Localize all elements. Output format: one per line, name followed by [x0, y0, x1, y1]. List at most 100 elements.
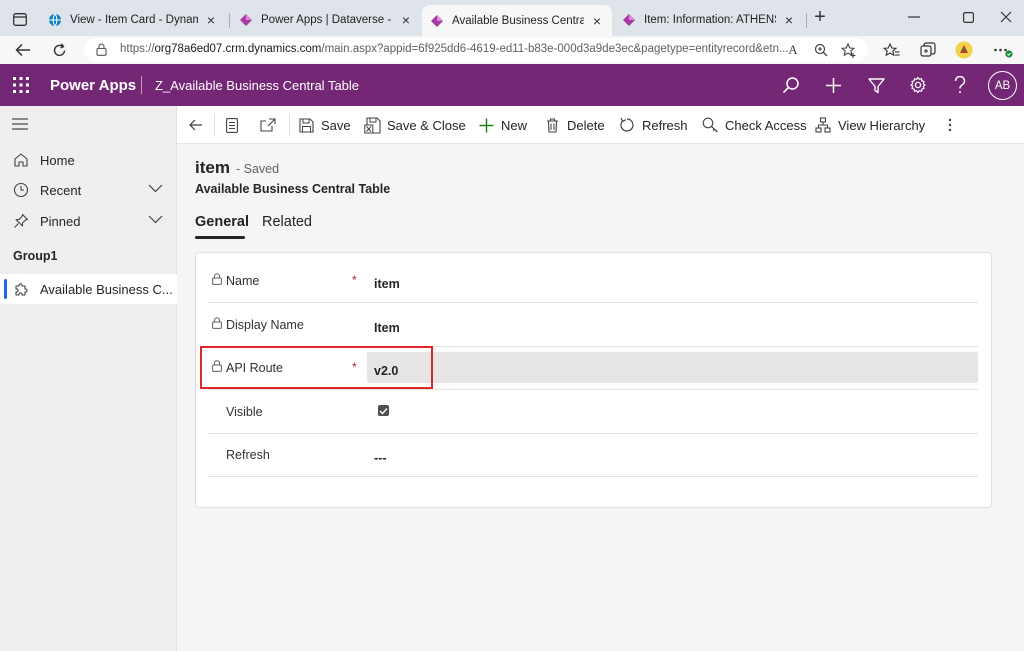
- command-separator: [289, 114, 290, 136]
- command-separator: [214, 114, 215, 136]
- record-title: item: [195, 158, 230, 177]
- filter-icon[interactable]: [865, 74, 887, 96]
- save-close-icon: [363, 116, 381, 134]
- home-icon: [13, 152, 29, 168]
- pin-icon: [13, 213, 29, 229]
- hamburger-menu-icon[interactable]: [12, 118, 28, 130]
- form-selector-button[interactable]: [223, 115, 247, 135]
- api-route-highlight-box: [200, 346, 433, 389]
- close-tab-icon[interactable]: ×: [782, 12, 796, 28]
- browser-tab-1[interactable]: View - Item Card - Dynamics 365 ×: [40, 6, 226, 34]
- power-apps-icon: [430, 14, 444, 28]
- url-scheme: https://: [120, 43, 155, 55]
- name-field-value[interactable]: item: [374, 277, 400, 291]
- save-disk-icon: [297, 116, 315, 134]
- browser-tab-3-active[interactable]: Available Business Central Table ×: [422, 5, 612, 36]
- lock-icon: [212, 273, 222, 285]
- url-host: org78a6ed07.crm.dynamics.com: [154, 43, 322, 55]
- user-avatar[interactable]: AB: [988, 71, 1017, 100]
- visible-checkbox[interactable]: [378, 405, 389, 416]
- reload-icon[interactable]: [48, 40, 70, 60]
- more-commands-button[interactable]: [941, 115, 965, 135]
- power-apps-icon: [239, 13, 253, 27]
- dynamics-globe-icon: [48, 13, 62, 27]
- zoom-icon[interactable]: [812, 42, 830, 58]
- nav-group-heading: Group1: [13, 249, 58, 263]
- close-tab-icon[interactable]: ×: [590, 13, 604, 29]
- tab-general[interactable]: General: [195, 214, 249, 230]
- check-access-button[interactable]: Check Access: [701, 115, 807, 135]
- help-icon[interactable]: [949, 74, 971, 96]
- app-launcher-icon[interactable]: [12, 76, 30, 94]
- save-close-label: Save & Close: [387, 117, 466, 133]
- selected-indicator: [4, 279, 7, 299]
- save-and-close-button[interactable]: Save & Close: [363, 115, 466, 135]
- sidebar-item-available-business-central[interactable]: Available Business C...: [0, 274, 177, 304]
- sidebar-item-label: Recent: [40, 183, 82, 198]
- more-options-icon[interactable]: [992, 40, 1014, 60]
- save-status: - Saved: [236, 162, 280, 176]
- hierarchy-icon: [814, 116, 832, 134]
- site-map-nav: Home Recent Pinned Group1 Available Busi…: [0, 106, 177, 651]
- close-tab-icon[interactable]: ×: [399, 12, 413, 28]
- close-tab-icon[interactable]: ×: [204, 12, 218, 28]
- clock-icon: [13, 182, 29, 198]
- refresh-button[interactable]: Refresh: [618, 115, 688, 135]
- browser-toolbar: https://org78a6ed07.crm.dynamics.com/mai…: [0, 36, 1024, 64]
- save-button[interactable]: Save: [297, 115, 351, 135]
- header-divider: [141, 76, 142, 94]
- sidebar-item-label: Available Business C...: [40, 282, 173, 297]
- back-arrow-icon[interactable]: [12, 40, 34, 60]
- collections-icon[interactable]: [917, 40, 939, 60]
- sidebar-item-home[interactable]: Home: [0, 145, 177, 175]
- tab-separator: [229, 13, 230, 28]
- lock-icon: [96, 43, 107, 56]
- field-label: Name: [226, 274, 260, 288]
- chevron-down-icon[interactable]: [148, 215, 163, 224]
- delete-button[interactable]: Delete: [543, 115, 605, 135]
- add-favorite-icon[interactable]: [840, 42, 858, 58]
- vertical-ellipsis-icon: [941, 116, 959, 134]
- tab-actions-icon[interactable]: [8, 8, 32, 30]
- active-tab-indicator: [195, 236, 245, 239]
- url-path: /main.aspx?appid=6f925dd6-4619-ed11-b83e…: [321, 43, 789, 55]
- sidebar-item-recent[interactable]: Recent: [0, 175, 177, 205]
- url-text: https://org78a6ed07.crm.dynamics.com/mai…: [120, 43, 820, 55]
- open-new-window-icon: [259, 116, 277, 134]
- refresh-field-value[interactable]: ---: [374, 451, 387, 465]
- entity-name: Available Business Central Table: [195, 182, 391, 196]
- delete-label: Delete: [567, 117, 605, 133]
- check-access-label: Check Access: [725, 117, 807, 133]
- plus-icon: [477, 116, 495, 134]
- browser-tab-4[interactable]: Item: Information: ATHENS Desk ×: [614, 6, 804, 34]
- favorites-icon[interactable]: [880, 40, 902, 60]
- new-tab-button[interactable]: +: [810, 7, 830, 28]
- tab-related[interactable]: Related: [262, 214, 312, 230]
- sidebar-item-pinned[interactable]: Pinned: [0, 206, 177, 236]
- open-in-new-window-button[interactable]: [259, 115, 283, 135]
- field-row-display-name: Display Name Item: [208, 304, 978, 347]
- field-label: Refresh: [226, 448, 270, 462]
- new-button[interactable]: New: [477, 115, 527, 135]
- close-window-icon[interactable]: [992, 6, 1020, 28]
- app-name[interactable]: Power Apps: [50, 77, 136, 94]
- address-bar[interactable]: https://org78a6ed07.crm.dynamics.com/mai…: [84, 38, 868, 62]
- add-icon[interactable]: [822, 74, 844, 96]
- read-aloud-icon[interactable]: A: [784, 42, 802, 58]
- command-bar: Save Save & Close New Delete Refresh Che…: [177, 106, 1024, 144]
- minimize-icon[interactable]: [900, 6, 928, 28]
- profile-extension-icon[interactable]: [953, 40, 975, 60]
- maximize-icon[interactable]: [954, 6, 982, 28]
- display-name-field-value[interactable]: Item: [374, 321, 400, 335]
- sidebar-item-label: Home: [40, 153, 75, 168]
- api-route-input[interactable]: [367, 352, 978, 383]
- document-icon: [223, 116, 241, 134]
- search-icon[interactable]: [780, 74, 802, 96]
- back-button[interactable]: [187, 115, 211, 135]
- key-search-icon: [701, 116, 719, 134]
- browser-tab-2[interactable]: Power Apps | Dataverse - Tables ×: [231, 6, 421, 34]
- new-label: New: [501, 117, 528, 133]
- view-hierarchy-button[interactable]: View Hierarchy: [814, 115, 925, 135]
- chevron-down-icon[interactable]: [148, 184, 163, 193]
- settings-gear-icon[interactable]: [907, 74, 929, 96]
